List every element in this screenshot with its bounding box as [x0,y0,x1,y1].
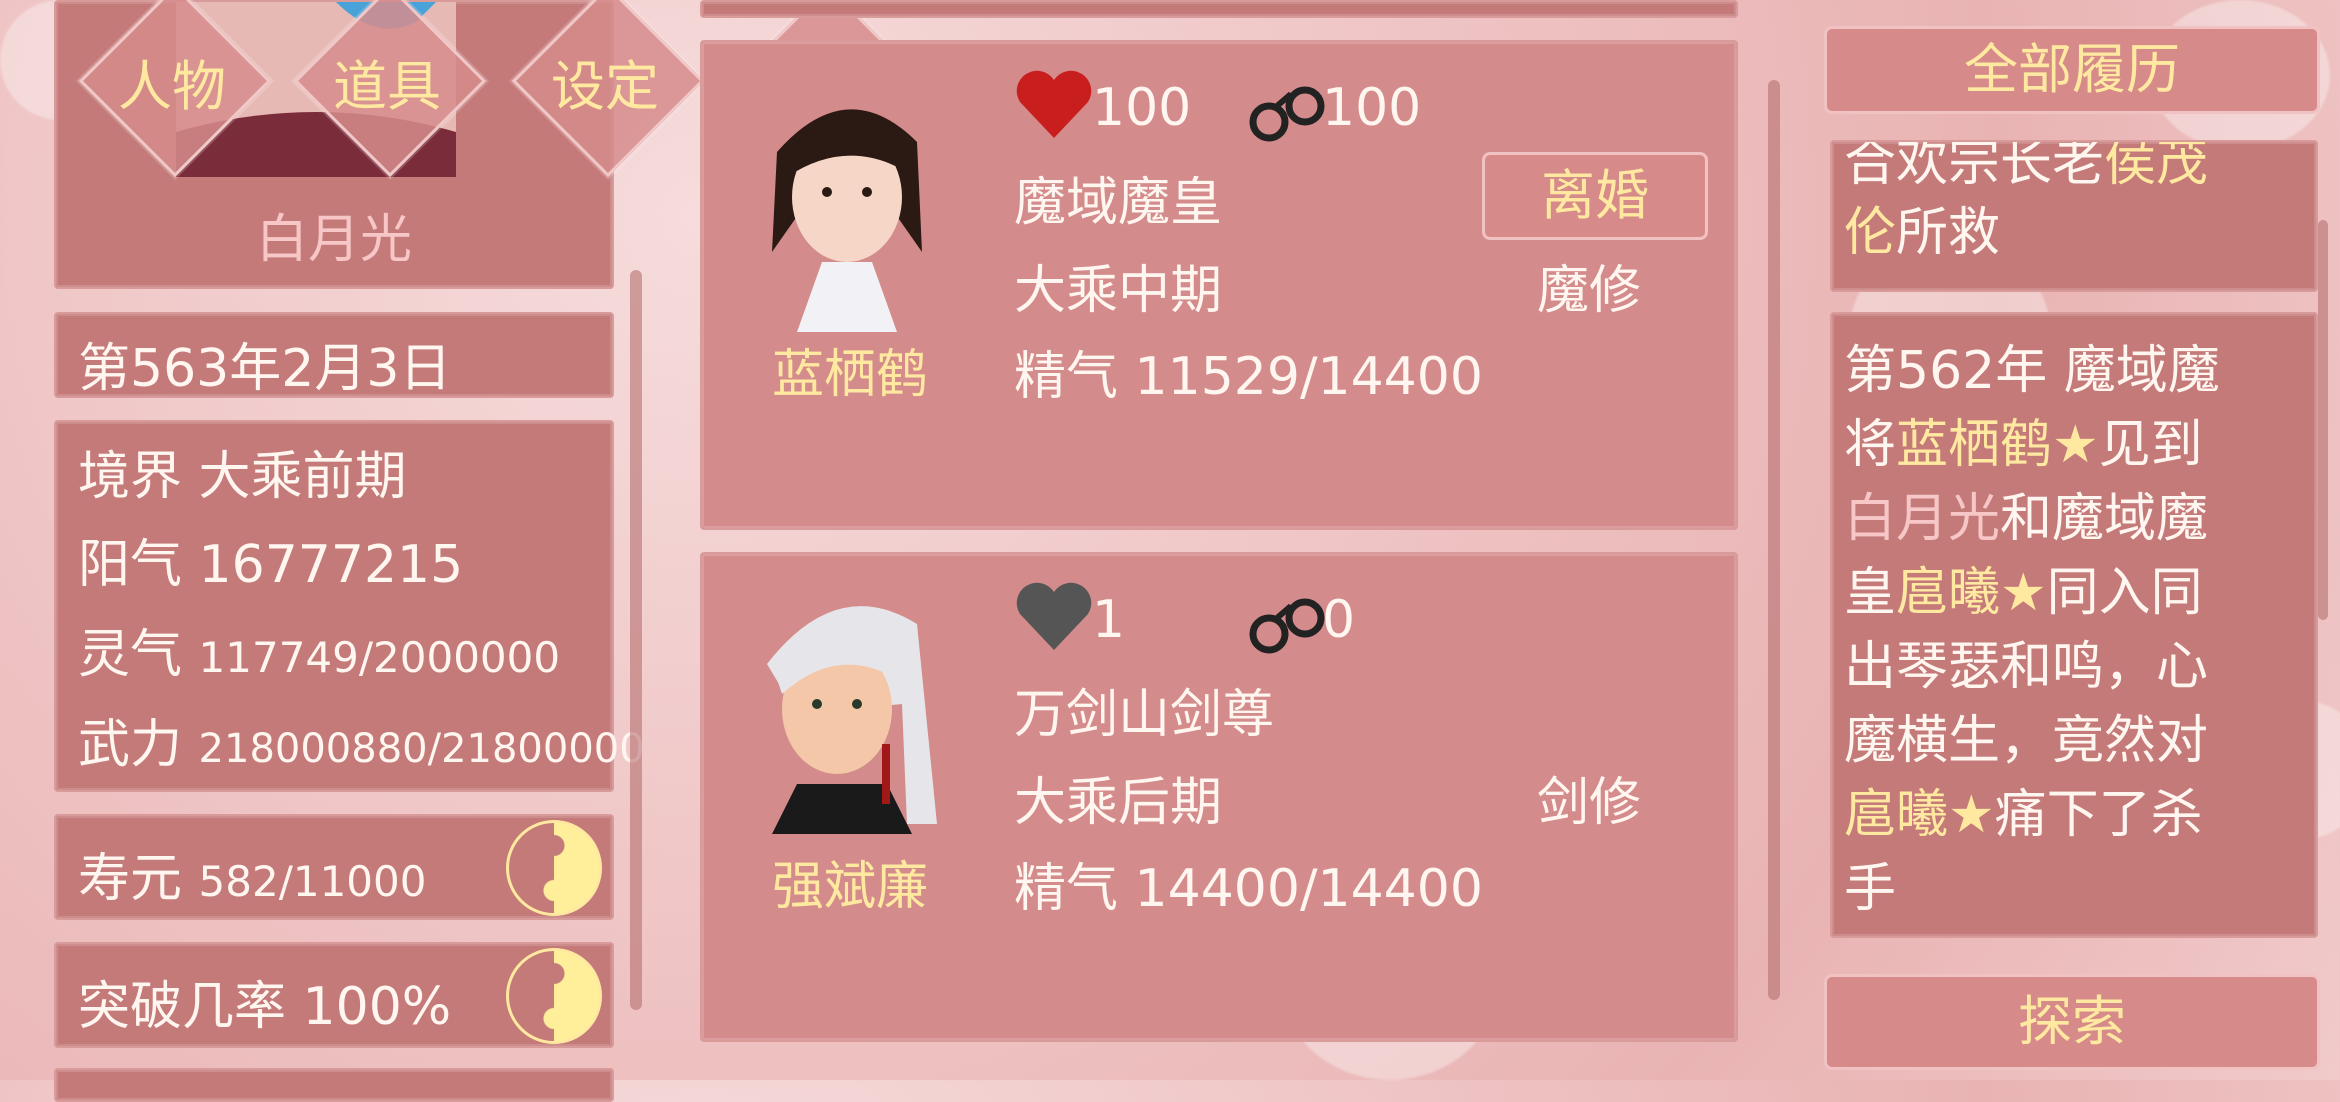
history-line: 扈曦★痛下了杀 [1844,772,2203,847]
history-name: 蓝栖鹤 [1896,415,2053,475]
history-text: 所救 [1896,203,2001,263]
lifespan-row: 寿元 582/11000 [78,836,426,911]
game-date: 第563年2月3日 [78,339,452,399]
all-history-button[interactable]: 全部履历 [1824,26,2320,114]
history-name: 伦 [1844,203,1897,263]
realm-label: 境界 [78,447,183,507]
partner-card[interactable]: 强斌廉 1 0 万剑山剑尊 大乘后期 剑修 精气 14400/14400 [700,552,1738,1042]
lingqi-row: 灵气 117749/2000000 [78,612,560,687]
partner-name: 强斌廉 [772,857,929,917]
partner-card[interactable]: 蓝栖鹤 100 100 魔域魔皇 离婚 大乘中期 魔修 精气 11529/144… [700,40,1738,530]
history-name: 侯茂 [2104,140,2209,193]
partner-portrait [772,109,922,332]
breakthrough-value: 100% [302,977,452,1037]
history-text: 合欢宗长老 [1844,140,2105,193]
history-line: 合欢宗长老侯茂 [1844,140,2209,195]
lingqi-value: 117749/2000000 [198,633,561,682]
essence-value: 14400/14400 [1134,859,1483,919]
history-entry-previous: 合欢宗长老侯茂 伦所救 [1830,140,2318,292]
history-text: 皇 [1844,563,1897,623]
yin-yang-icon[interactable] [506,820,602,916]
heart-icon [1016,582,1092,650]
lifespan-panel: 寿元 582/11000 [54,814,614,920]
history-entry: 第562年 魔域魔 将蓝栖鹤★见到 白月光和魔域魔 皇扈曦★同入同 出琴瑟和鸣，… [1830,312,2318,938]
bond-value: 100 [1322,78,1422,138]
breakthrough-label: 突破几率 [78,977,287,1037]
essence-row: 精气 14400/14400 [1014,846,1483,921]
history-line: 皇扈曦★同入同 [1844,550,2203,625]
player-name: 白月光 [255,210,412,270]
history-line: 伦所救 [1844,190,2000,265]
partner-realm: 大乘中期 [1014,261,1223,321]
partner-school: 剑修 [1537,773,1642,833]
history-line: 魔横生，竟然对 [1844,711,2209,771]
next-stat-panel [54,1068,614,1102]
explore-button[interactable]: 探索 [1824,974,2320,1070]
history-text: 和魔域魔 [2000,489,2209,549]
history-line: 白月光和魔域魔 [1844,476,2208,551]
history-line: 将蓝栖鹤★见到 [1844,402,2203,477]
history-line: 第562年 魔域魔 [1844,341,2220,401]
history-scrollbar[interactable] [2318,220,2328,620]
bond-value: 0 [1322,590,1356,650]
wuli-value: 218000880/21800000 [198,726,645,772]
history-name: 扈曦 [1896,563,2001,623]
affection-value: 1 [1092,590,1126,650]
heart-icon [1016,70,1092,138]
history-line: 手 [1844,859,1897,919]
wuli-row: 武力 218000880/21800000 [78,702,645,777]
affection-value: 100 [1092,78,1192,138]
partner-portrait [767,606,937,834]
yang-value: 16777215 [198,535,464,595]
partner-title: 魔域魔皇 [1014,173,1223,233]
lifespan-value: 582/11000 [198,857,427,906]
realm-row: 境界 大乘前期 [78,434,407,509]
history-line: 出琴瑟和鸣，心 [1844,637,2209,697]
star-icon: ★ [2000,563,2047,623]
middle-scrollbar[interactable] [1768,80,1780,1000]
history-text: 痛下了杀 [1994,785,2203,845]
lifespan-label: 寿元 [78,849,183,909]
divorce-button[interactable]: 离婚 [1482,152,1708,240]
date-panel: 第563年2月3日 [54,312,614,399]
partner-realm: 大乘后期 [1014,773,1223,833]
history-name: 白月光 [1844,489,2001,549]
top-cut-panel [700,0,1738,18]
breakthrough-panel: 突破几率 100% [54,942,614,1048]
history-text: 见到 [2098,415,2203,475]
essence-value: 11529/14400 [1134,347,1483,407]
history-text: 同入同 [2046,563,2203,623]
history-text: 将 [1844,415,1897,475]
yin-yang-icon[interactable] [506,948,602,1044]
stats-panel: 境界 大乘前期 阳气 16777215 灵气 117749/2000000 武力… [54,420,645,792]
breakthrough-row: 突破几率 100% [78,964,451,1039]
essence-row: 精气 11529/14400 [1014,334,1483,409]
star-icon: ★ [1948,785,1995,845]
handcuffs-icon [1249,598,1325,654]
essence-label: 精气 [1014,859,1119,919]
partner-name: 蓝栖鹤 [772,345,929,405]
handcuffs-icon [1249,86,1325,142]
history-name: 扈曦 [1844,785,1949,845]
yang-row: 阳气 16777215 [78,522,463,597]
essence-label: 精气 [1014,347,1119,407]
wuli-label: 武力 [78,715,183,775]
left-scrollbar[interactable] [630,270,642,1010]
yang-label: 阳气 [78,535,183,595]
lingqi-label: 灵气 [78,625,183,685]
star-icon: ★ [2052,415,2099,475]
partner-school: 魔修 [1537,261,1642,321]
realm-value: 大乘前期 [198,447,407,507]
partner-title: 万剑山剑尊 [1014,685,1275,745]
